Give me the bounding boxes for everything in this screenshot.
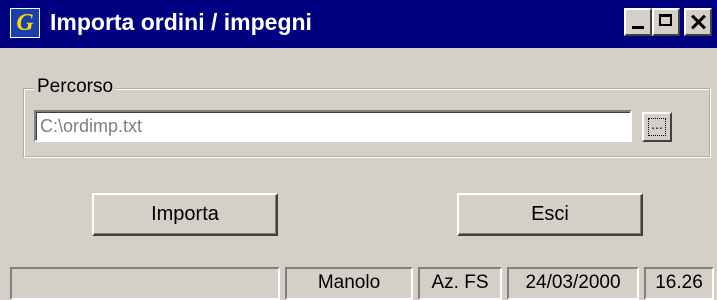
app-icon-letter: G [16, 10, 34, 36]
status-panel-company: Az. FS [418, 267, 502, 300]
status-panel-time: 16.26 [644, 267, 714, 300]
title-bar[interactable]: G Importa ordini / impegni [0, 0, 717, 48]
status-panel-date: 24/03/2000 [507, 267, 639, 300]
path-group-label: Percorso [34, 76, 117, 98]
close-button[interactable] [684, 8, 712, 36]
status-panel-user: Manolo [285, 267, 413, 300]
browse-button-label: ... [648, 117, 666, 136]
maximize-button[interactable] [652, 8, 680, 36]
path-input[interactable] [34, 110, 632, 142]
minimize-button[interactable] [624, 8, 652, 36]
browse-button[interactable]: ... [642, 112, 672, 142]
window-title: Importa ordini / impegni [50, 9, 312, 35]
import-button[interactable]: Importa [92, 193, 278, 236]
status-panel-message [10, 267, 280, 300]
status-bar: Manolo Az. FS 24/03/2000 16.26 [0, 265, 717, 300]
app-icon[interactable]: G [10, 8, 40, 38]
import-dialog: G Importa ordini / impegni Percorso ... … [0, 0, 717, 300]
exit-button[interactable]: Esci [457, 193, 643, 236]
